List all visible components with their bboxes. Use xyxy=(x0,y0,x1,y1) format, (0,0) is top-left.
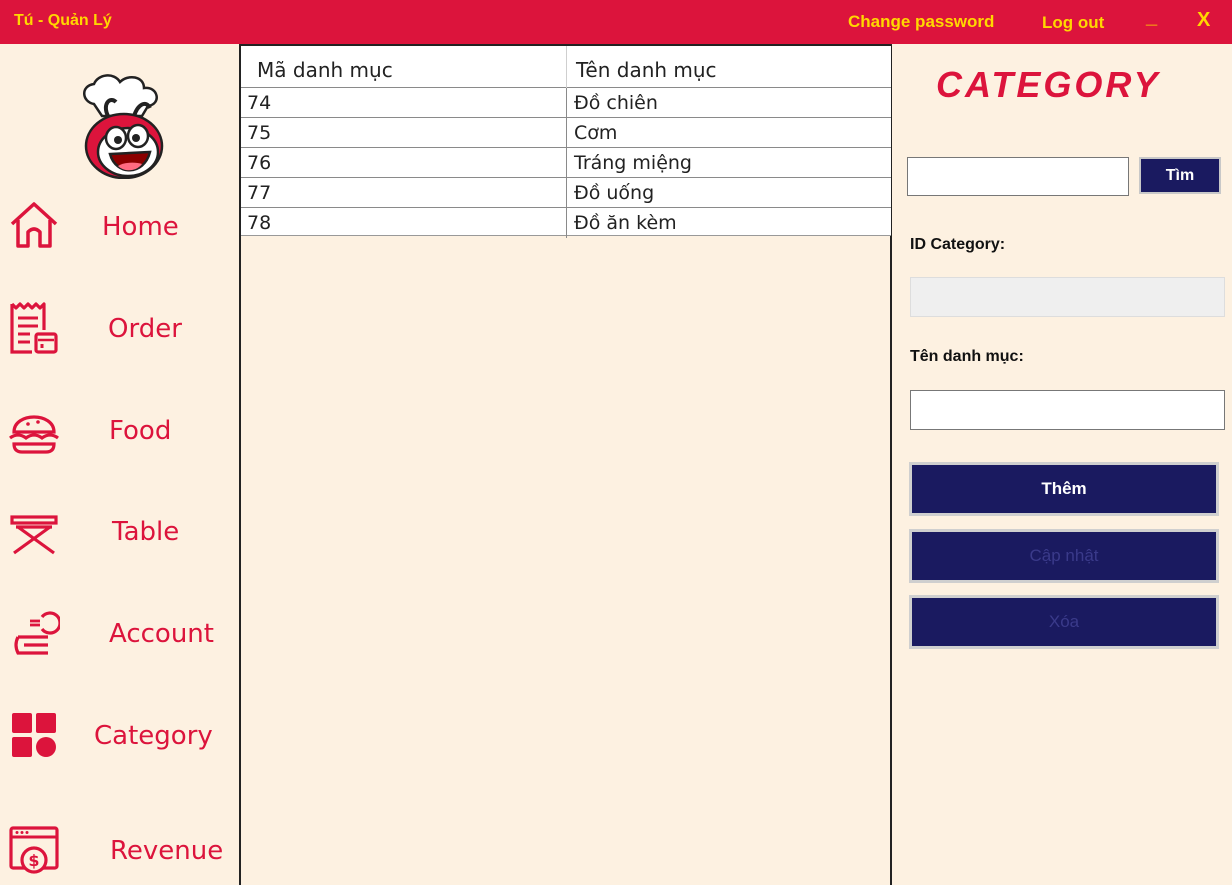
sidebar-item-label: Table xyxy=(112,517,180,547)
home-icon xyxy=(10,202,58,248)
minimize-button[interactable]: _ xyxy=(1146,6,1157,29)
sidebar: Home Order Food Table Account Category $… xyxy=(0,44,238,885)
column-header-id[interactable]: Mã danh mục xyxy=(257,58,393,82)
add-button[interactable]: Thêm xyxy=(909,462,1219,516)
title-bar: Tú - Quản Lý Change password Log out _ X xyxy=(0,0,1232,44)
table-row[interactable]: 76 Tráng miệng xyxy=(241,148,891,178)
sidebar-item-home[interactable]: Home xyxy=(0,192,238,262)
coin-hand-icon xyxy=(14,611,60,655)
change-password-link[interactable]: Change password xyxy=(848,12,994,32)
update-button[interactable]: Cập nhật xyxy=(909,529,1219,583)
burger-icon xyxy=(9,415,59,454)
mascot-logo-icon xyxy=(83,74,164,179)
column-header-name[interactable]: Tên danh mục xyxy=(576,58,717,82)
id-category-field xyxy=(910,277,1225,317)
svg-text:$: $ xyxy=(28,851,39,870)
sidebar-item-table[interactable]: Table xyxy=(0,497,238,567)
sidebar-item-label: Category xyxy=(94,721,213,751)
revenue-icon: $ xyxy=(9,826,59,874)
sidebar-item-label: Home xyxy=(102,212,179,242)
category-grid[interactable]: Mã danh mục Tên danh mục 74 Đồ chiên 75 … xyxy=(241,46,891,238)
sidebar-item-label: Revenue xyxy=(110,836,224,866)
cell-name: Cơm xyxy=(574,122,618,144)
sidebar-item-label: Food xyxy=(109,416,172,446)
receipt-icon xyxy=(10,302,58,354)
close-button[interactable]: X xyxy=(1197,9,1210,32)
category-name-label: Tên danh mục: xyxy=(910,348,1024,365)
cell-name: Đồ chiên xyxy=(574,92,658,114)
cell-name: Đồ uống xyxy=(574,182,655,204)
table-icon xyxy=(10,515,58,555)
user-label: Tú - Quản Lý xyxy=(14,12,112,29)
category-table-panel: Mã danh mục Tên danh mục 74 Đồ chiên 75 … xyxy=(239,44,892,885)
sidebar-item-label: Order xyxy=(108,314,182,344)
table-row[interactable]: 74 Đồ chiên xyxy=(241,88,891,118)
sidebar-item-revenue[interactable]: $ Revenue xyxy=(0,816,238,885)
cell-id: 74 xyxy=(247,92,272,114)
sidebar-item-label: Account xyxy=(109,619,214,649)
cell-name: Đồ ăn kèm xyxy=(574,212,677,234)
cell-id: 78 xyxy=(247,212,272,234)
sidebar-item-order[interactable]: Order xyxy=(0,294,238,364)
cell-id: 77 xyxy=(247,182,272,204)
grid-header: Mã danh mục Tên danh mục xyxy=(241,46,891,88)
id-category-label: ID Category: xyxy=(910,236,1006,253)
sidebar-item-category[interactable]: Category xyxy=(0,701,238,771)
cell-id: 76 xyxy=(247,152,272,174)
cell-name: Tráng miệng xyxy=(574,152,692,174)
sidebar-item-food[interactable]: Food xyxy=(0,396,238,466)
sidebar-item-account[interactable]: Account xyxy=(0,599,238,669)
table-row[interactable]: 78 Đồ ăn kèm xyxy=(241,208,891,238)
cell-id: 75 xyxy=(247,122,272,144)
category-name-input[interactable] xyxy=(910,390,1225,430)
search-input[interactable] xyxy=(907,157,1129,196)
table-row[interactable]: 77 Đồ uống xyxy=(241,178,891,208)
logout-link[interactable]: Log out xyxy=(1042,13,1104,33)
table-row[interactable]: 75 Cơm xyxy=(241,118,891,148)
page-title: CATEGORY xyxy=(936,64,1161,105)
grid-icon xyxy=(12,713,56,757)
delete-button[interactable]: Xóa xyxy=(909,595,1219,649)
search-button[interactable]: Tìm xyxy=(1139,157,1221,194)
